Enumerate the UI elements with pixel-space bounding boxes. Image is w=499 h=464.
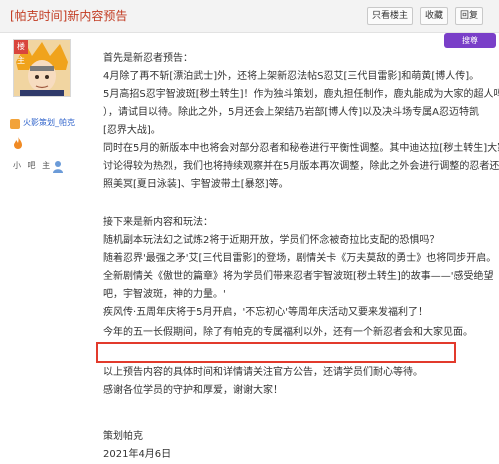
post-signature: 策划帕克 [103, 431, 143, 442]
post-line: 照美冥[夏日泳装]、宇智波带土[暴怒]等。 [103, 179, 289, 190]
post-line: 首先是新忍者预告： [103, 53, 193, 64]
thread-header: [帕克时间]新内容预告 只看楼主 收藏 回复 [0, 0, 499, 33]
vip-icon[interactable]: 搜尊 [444, 33, 496, 48]
highlight-box [96, 342, 456, 363]
avatar[interactable]: 楼主 [13, 39, 71, 97]
post-line: 感谢各位学员的守护和厚爱，谢谢大家！ [103, 385, 283, 396]
post-line: 以上预告内容的具体时间和详情请关注官方公告，还请学员们耐心等待。 [103, 367, 423, 378]
favorite-button[interactable]: 收藏 [420, 7, 448, 25]
flame-icon [14, 137, 22, 149]
post-line: 随着忍界'最强之矛'艾[三代目雷影]的登场，剧情关卡《万夫莫敌的勇士》也将同步开… [103, 253, 497, 264]
post-line: 同时在5月的新版本中也将会对部分忍者和秘卷进行平衡性调整。其中迪达拉[秽土转生]… [103, 143, 499, 154]
post-line: 全新剧情关《傲世的篇章》将为学员们带来忍者宇智波斑[秽土转生]的故事——'感受绝… [103, 271, 494, 282]
post-line: 吧，宇智波斑，神的力量。' [103, 289, 226, 300]
post-line: ），请试目以待。除此之外，5月还会上架结乃岩部[博人传]以及决斗场专属A忍迈特凯 [103, 107, 480, 118]
post-line: [忍界大战]。 [103, 125, 161, 136]
thread-title: [帕克时间]新内容预告 [10, 9, 128, 23]
op-badge: 楼主 [14, 40, 28, 65]
username[interactable]: 火影策划_帕克 [23, 118, 75, 128]
post-line: 5月高招S忍宇智波斑[秽土转生]！作为独斗策划，鹿丸担任制作，鹿丸能成为大家的超… [103, 89, 499, 100]
post-line: 随机副本玩法幻之试炼2将于近期开放，学员们怀念被奇拉比支配的恐惧吗？ [103, 235, 440, 246]
post-line: 疾风传·五周年庆将于5月开启，'不忘初心'等周年庆活动又要来发福利了！ [103, 307, 429, 318]
post-date: 2021年4月6日 [103, 449, 172, 460]
only-op-button[interactable]: 只看楼主 [367, 7, 413, 25]
fan-badge-icon [10, 119, 20, 129]
post-line: 讨论得较为热烈，我们也将持续观察并在5月版本再次调整，除此之外会进行调整的忍者还… [103, 161, 499, 172]
author-sidebar: 楼主 火影策划_帕克 小 吧 主 [0, 33, 88, 464]
level-icon [53, 161, 63, 173]
reply-button[interactable]: 回复 [455, 7, 483, 25]
post-line-highlighted: 今年的五一长假期间，除了有帕克的专属福利以外，还有一个新忍者会和大家见面。 [103, 327, 473, 338]
post-line: 4月除了再不斩[漂泊武士]外，还将上架新忍法帖S忍艾[三代目雷影]和萌黄[博人传… [103, 71, 480, 82]
level-label: 小 吧 主 [13, 161, 53, 170]
post-line: 接下来是新内容和玩法： [103, 217, 213, 228]
